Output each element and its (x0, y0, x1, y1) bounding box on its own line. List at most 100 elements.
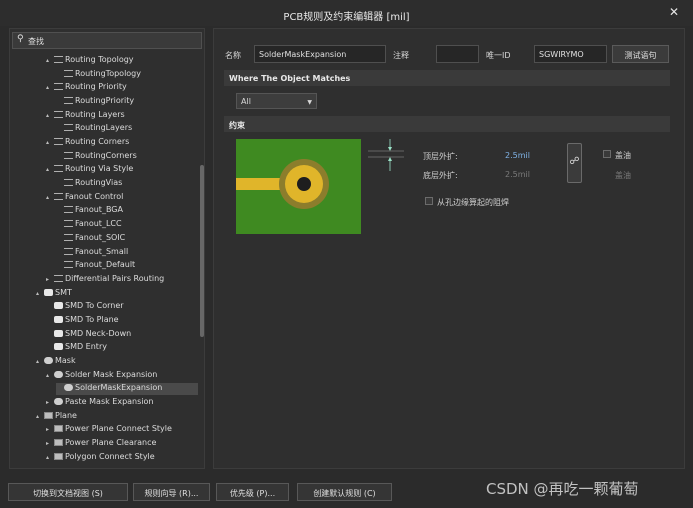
collapse-arrow-icon[interactable]: ▴ (36, 290, 44, 297)
collapse-arrow-icon[interactable]: ▴ (46, 194, 54, 201)
tree-item[interactable]: ▸ Power Plane Clearance (46, 438, 198, 450)
tree-item[interactable]: ▴ Polygon Connect Style (46, 452, 198, 464)
tree-item[interactable]: ▴ Plane (36, 411, 198, 423)
expand-arrow-icon[interactable]: ▸ (46, 440, 54, 447)
tree-item[interactable]: ▸ Differential Pairs Routing (46, 274, 198, 286)
search-label: 查找 (28, 37, 44, 46)
priority-button[interactable]: 优先级 (P)... (216, 483, 289, 501)
route-rule-icon (64, 97, 73, 105)
route-rule-icon (64, 179, 73, 187)
tree-item-label: Solder Mask Expansion (65, 369, 158, 379)
tree-item[interactable]: ▴ Solder Mask Expansion (46, 370, 198, 382)
tree-item[interactable]: ▴ Routing Topology (46, 55, 198, 67)
expand-arrow-icon[interactable]: ▸ (46, 276, 54, 283)
tree-item[interactable]: ▴ SMT (36, 288, 198, 300)
search-input[interactable]: ⚲ 查找 (12, 32, 202, 49)
plane-rule-icon (54, 452, 63, 460)
expansion-indicator (368, 139, 404, 171)
tree-item[interactable]: SMD To Plane (46, 315, 198, 327)
tree-item[interactable]: Fanout_Small (56, 247, 198, 259)
tree-item[interactable]: SMD Entry (46, 342, 198, 354)
scope-value: All (241, 97, 251, 106)
scope-dropdown[interactable]: All ▼ (236, 93, 317, 109)
route-rule-icon (64, 124, 73, 132)
tree-item[interactable]: ▴ Mask (36, 356, 198, 368)
collapse-arrow-icon[interactable]: ▴ (36, 413, 44, 420)
tree-item-label: Fanout_BGA (75, 205, 123, 215)
route-rule-icon (54, 165, 63, 173)
route-rule-icon (54, 274, 63, 282)
plane-rule-icon (54, 439, 63, 447)
tree-item[interactable]: RoutingVias (56, 178, 198, 190)
tree-item[interactable]: Fanout_BGA (56, 205, 198, 217)
rule-tree[interactable]: ▴ Routing Topology RoutingTopology ▴ Routing… (10, 55, 198, 467)
route-rule-icon (64, 220, 73, 228)
tree-item-label: Routing Topology (65, 55, 134, 64)
bottom-expansion-label: 底层外扩: (423, 171, 458, 180)
collapse-arrow-icon[interactable]: ▴ (46, 166, 54, 173)
tree-item[interactable]: ▴ Routing Priority (46, 82, 198, 94)
collapse-arrow-icon[interactable]: ▴ (46, 139, 54, 146)
tree-item-label: Differential Pairs Routing (65, 273, 165, 283)
test-query-button[interactable]: 测试语句 (612, 45, 669, 63)
top-tent-checkbox[interactable] (603, 150, 611, 158)
comment-field[interactable] (436, 45, 479, 63)
tree-item[interactable]: Fanout_SOIC (56, 233, 198, 245)
name-field[interactable]: SolderMaskExpansion (254, 45, 386, 63)
bottom-expansion-value[interactable]: 2.5mil (505, 170, 530, 179)
watermark: CSDN @再吃一颗葡萄 (486, 480, 639, 498)
top-expansion-value[interactable]: 2.5mil (505, 151, 530, 160)
bottom-tent-label: 盖油 (615, 171, 631, 180)
from-hole-edge-checkbox[interactable] (425, 197, 433, 205)
tree-item-label: Routing Via Style (65, 164, 134, 174)
tree-item[interactable]: SMD Neck-Down (46, 329, 198, 341)
close-icon[interactable]: ✕ (669, 5, 679, 19)
tree-item[interactable]: RoutingTopology (56, 69, 198, 81)
tree-item[interactable]: ▴ Routing Via Style (46, 164, 198, 176)
route-rule-icon (64, 247, 73, 255)
mask-rule-icon (44, 356, 53, 364)
tree-item-label: SMD To Corner (65, 301, 124, 311)
tree-item[interactable]: SMD To Corner (46, 301, 198, 313)
tree-item[interactable]: RoutingLayers (56, 123, 198, 135)
tree-item-label: Fanout_Default (75, 260, 136, 270)
tree-item[interactable]: ▴ Routing Layers (46, 110, 198, 122)
tree-item[interactable]: RoutingCorners (56, 151, 198, 163)
rule-editor-panel: 名称 SolderMaskExpansion 注释 唯一ID SGWIRYMO … (213, 28, 685, 469)
rule-wizard-button[interactable]: 规则向导 (R)... (133, 483, 210, 501)
tree-item-label: Fanout_LCC (75, 219, 122, 229)
collapse-arrow-icon[interactable]: ▴ (46, 84, 54, 91)
tree-item[interactable]: ▴ Routing Corners (46, 137, 198, 149)
search-icon: ⚲ (17, 34, 24, 44)
plane-rule-icon (54, 425, 63, 433)
collapse-arrow-icon[interactable]: ▴ (46, 112, 54, 119)
collapse-arrow-icon[interactable]: ▴ (46, 454, 54, 461)
tree-item[interactable]: ▸ Paste Mask Expansion (46, 397, 198, 409)
collapse-arrow-icon[interactable]: ▴ (46, 372, 54, 379)
route-rule-icon (64, 69, 73, 77)
smt-rule-icon (54, 343, 63, 351)
expand-arrow-icon[interactable]: ▸ (46, 399, 54, 406)
unique-id-label: 唯一ID (486, 51, 511, 60)
tree-item-label: Mask (55, 355, 76, 365)
tree-item[interactable]: SolderMaskExpansion (56, 383, 198, 396)
collapse-arrow-icon[interactable]: ▴ (46, 57, 54, 64)
smt-rule-icon (54, 329, 63, 337)
route-rule-icon (64, 151, 73, 159)
collapse-arrow-icon[interactable]: ▴ (36, 358, 44, 365)
route-rule-icon (54, 56, 63, 63)
tree-item[interactable]: ▴ Fanout Control (46, 192, 198, 204)
link-icon[interactable]: ☍ (567, 143, 582, 183)
create-default-rules-button[interactable]: 创建默认规则 (C) (297, 483, 392, 501)
tree-item[interactable]: Fanout_Default (56, 260, 198, 272)
switch-to-document-view-button[interactable]: 切换到文档视图 (S) (8, 483, 128, 501)
tree-item-label: SMD To Plane (65, 314, 119, 324)
expand-arrow-icon[interactable]: ▸ (46, 426, 54, 433)
tree-scrollbar[interactable] (200, 165, 204, 337)
tree-item[interactable]: ▸ Power Plane Connect Style (46, 424, 198, 436)
unique-id-field[interactable]: SGWIRYMO (534, 45, 607, 63)
mask-rule-icon (54, 398, 63, 405)
tree-item[interactable]: Fanout_LCC (56, 219, 198, 231)
tree-item[interactable]: RoutingPriority (56, 96, 198, 108)
tree-item-label: Paste Mask Expansion (65, 397, 154, 406)
